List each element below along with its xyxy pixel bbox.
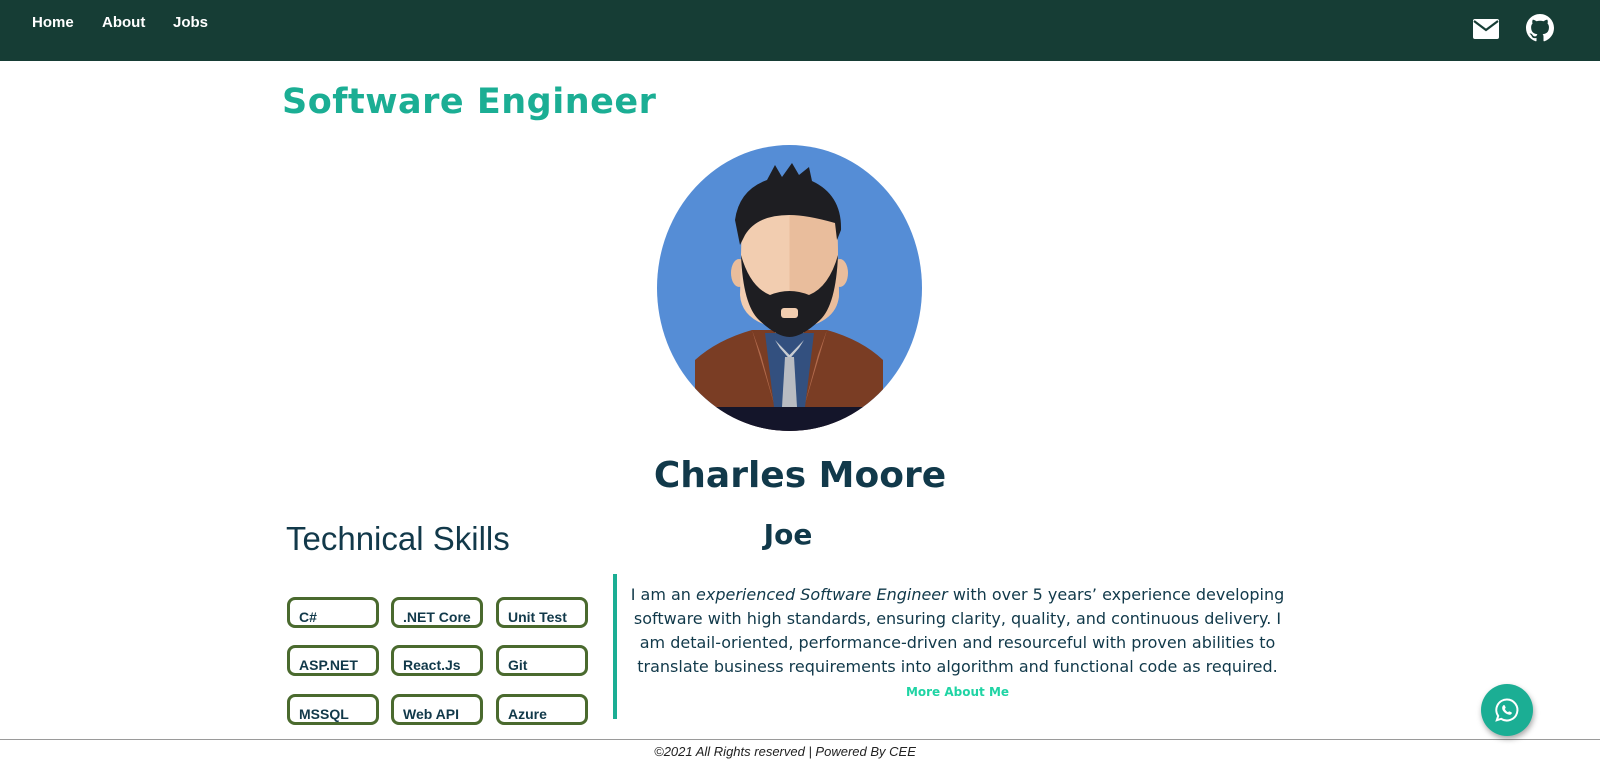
skill-chip: C# [287, 597, 379, 628]
github-icon[interactable] [1526, 14, 1554, 47]
skill-chip: Unit Test [496, 597, 588, 628]
whatsapp-button[interactable] [1481, 684, 1533, 736]
bio-emphasis: experienced Software Engineer [696, 585, 948, 604]
skill-chip: MSSQL [287, 694, 379, 725]
bio-intro: I am an [630, 585, 697, 604]
whatsapp-icon [1495, 698, 1519, 722]
profile-avatar [657, 145, 922, 431]
skill-chip: .NET Core [391, 597, 483, 628]
bio-paragraph: I am an experienced Software Engineer wi… [630, 583, 1285, 704]
more-about-me-link[interactable]: More About Me [906, 685, 1009, 699]
bio-accent-bar [613, 574, 617, 719]
skill-chip: Git [496, 645, 588, 676]
page-title: Software Engineer [282, 82, 657, 122]
skill-chip: Web API [391, 694, 483, 725]
skill-chip: ASP.NET [287, 645, 379, 676]
envelope-icon[interactable] [1473, 19, 1499, 44]
skill-chip: React.Js [391, 645, 483, 676]
skill-chip: Azure [496, 694, 588, 725]
nickname-heading: Joe [763, 518, 813, 551]
nav-home-link[interactable]: Home [32, 14, 74, 31]
footer-copyright: ©2021 All Rights reserved | Powered By C… [654, 744, 916, 759]
person-name: Charles Moore [653, 455, 947, 496]
footer-divider [0, 739, 1600, 740]
skills-heading: Technical Skills [286, 520, 510, 557]
top-navbar: Home About Jobs [0, 0, 1600, 61]
nav-about-link[interactable]: About [102, 14, 145, 31]
nav-jobs-link[interactable]: Jobs [173, 14, 208, 31]
